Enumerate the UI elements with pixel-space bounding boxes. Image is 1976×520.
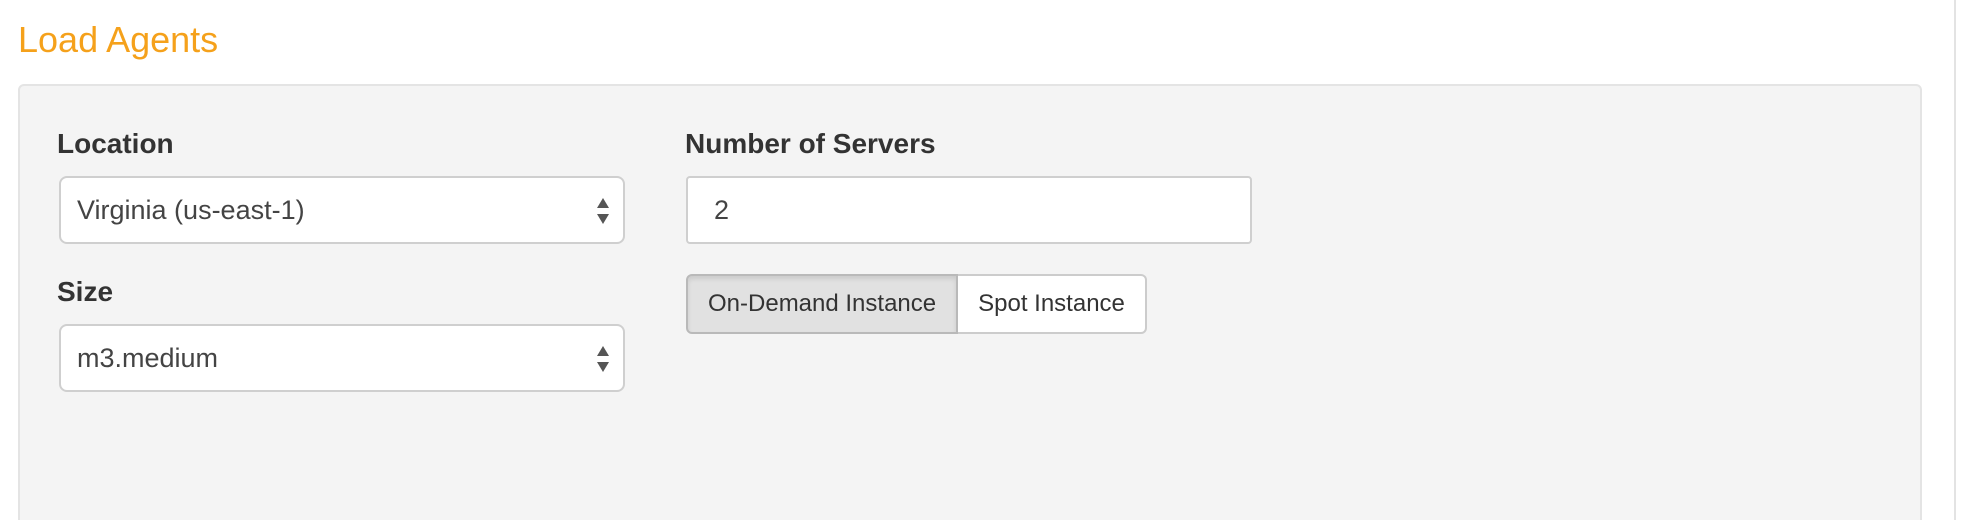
size-select[interactable]: m3.medium	[59, 324, 625, 392]
up-down-arrows-icon	[597, 198, 609, 224]
instance-type-toggle: On-Demand Instance Spot Instance	[686, 274, 1147, 334]
section-title: Load Agents	[18, 19, 219, 60]
on-demand-instance-button[interactable]: On-Demand Instance	[686, 274, 959, 334]
spot-instance-button[interactable]: Spot Instance	[958, 274, 1147, 334]
location-select[interactable]: Virginia (us-east-1)	[59, 176, 625, 244]
servers-input[interactable]: 2	[686, 176, 1252, 244]
up-down-arrows-icon	[597, 346, 609, 372]
load-agents-panel: Location Virginia (us-east-1) Size m3.me…	[18, 84, 1922, 520]
servers-label: Number of Servers	[685, 128, 936, 159]
location-label: Location	[57, 128, 174, 159]
right-divider	[1954, 0, 1956, 520]
servers-input-value: 2	[714, 195, 730, 225]
size-label: Size	[57, 276, 114, 307]
location-select-value: Virginia (us-east-1)	[77, 195, 305, 225]
page: Load Agents Location Virginia (us-east-1…	[0, 0, 1976, 520]
size-select-value: m3.medium	[77, 343, 219, 373]
